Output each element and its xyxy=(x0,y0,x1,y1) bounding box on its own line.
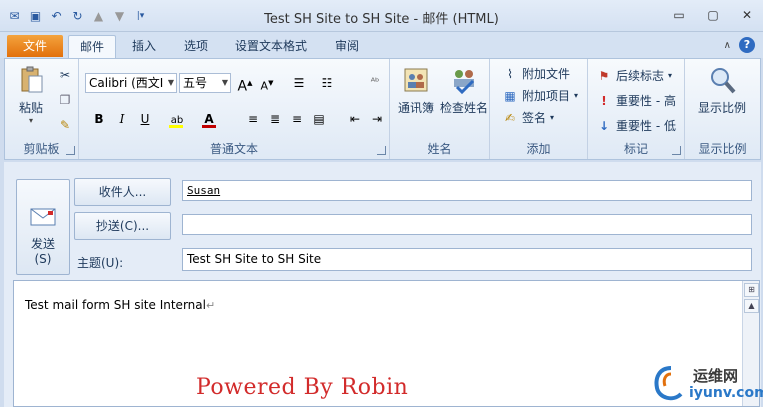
paste-label: 粘贴 xyxy=(18,101,43,115)
tab-message[interactable]: 邮件 xyxy=(68,35,116,58)
window-controls: ▭ ▢ ✕ xyxy=(671,8,755,22)
tags-group-label: 标记 xyxy=(623,142,648,156)
check-names-label: 检查姓名 xyxy=(439,101,488,115)
italic-icon[interactable]: I xyxy=(112,109,132,129)
low-importance-icon: ↓ xyxy=(598,118,610,133)
send-label: 发送 xyxy=(30,237,55,251)
group-basic-text: Calibri (西文I ▼ 五号 ▼ A▲ A▼ ☰ ☷ ᴬᵇ B I U ab … xyxy=(79,59,390,159)
group-clipboard: 粘贴 ▾ ✂ ❐ ✎ 剪贴板 xyxy=(5,59,79,159)
attach-item-button[interactable]: ▦ 附加项目 ▾ xyxy=(502,87,578,104)
send-button[interactable]: 发送 (S) xyxy=(16,179,70,275)
zoom-group-label: 显示比例 xyxy=(698,142,747,156)
tab-options[interactable]: 选项 xyxy=(174,35,218,58)
subject-label: 主题(U): xyxy=(77,256,124,270)
bold-icon[interactable]: B xyxy=(89,109,109,129)
paperclip-icon: ⌇ xyxy=(507,66,513,81)
dialog-launcher-icon[interactable] xyxy=(66,146,75,155)
title-bar: ✉ ▣ ↶ ↻ ▲ ▼ |▾ Test SH Site to SH Site -… xyxy=(0,0,763,32)
scroll-up-icon[interactable]: ▲ xyxy=(744,299,759,313)
paste-button[interactable]: 粘贴 ▾ xyxy=(13,65,49,125)
to-button[interactable]: 收件人... xyxy=(74,178,171,206)
zoom-label: 显示比例 xyxy=(697,101,746,115)
site-logo: 运维网 iyunv.com xyxy=(651,363,763,405)
close-icon[interactable]: ✕ xyxy=(739,8,755,22)
format-painter-icon[interactable]: ✎ xyxy=(57,117,73,133)
align-center-icon[interactable]: ≣ xyxy=(265,109,285,129)
justify-icon[interactable]: ▤ xyxy=(309,109,329,129)
group-tags: ⚑ 后续标志 ▾ ! 重要性 - 高 ↓ 重要性 - 低 标记 xyxy=(588,59,685,159)
font-name-select[interactable]: Calibri (西文I ▼ xyxy=(85,73,177,93)
signature-button[interactable]: ✍ 签名 ▾ xyxy=(502,109,554,126)
tab-format-text[interactable]: 设置文本格式 xyxy=(226,35,316,58)
maximize-icon[interactable]: ▢ xyxy=(705,8,721,22)
paste-icon xyxy=(21,66,43,93)
logo-swirl-icon xyxy=(654,366,683,401)
send-icon xyxy=(30,208,56,226)
group-names: 通讯簿 检查姓名 姓名 xyxy=(390,59,490,159)
tab-insert[interactable]: 插入 xyxy=(122,35,166,58)
send-shortcut: (S) xyxy=(34,252,52,266)
logo-text-url: iyunv.com xyxy=(689,385,763,401)
attach-item-icon: ▦ xyxy=(504,88,516,103)
flag-icon: ⚑ xyxy=(598,68,610,83)
follow-up-button[interactable]: ⚑ 后续标志 ▾ xyxy=(596,67,672,84)
highlight-icon[interactable]: ab xyxy=(167,109,187,129)
clear-format-icon[interactable]: ᴬᵇ xyxy=(365,73,385,93)
window-title: Test SH Site to SH Site - 邮件 (HTML) xyxy=(264,12,499,27)
align-left-icon[interactable]: ≡ xyxy=(243,109,263,129)
dialog-launcher-icon[interactable] xyxy=(377,146,386,155)
high-importance-button[interactable]: ! 重要性 - 高 xyxy=(596,92,676,109)
ribbon-tabs: 文件 邮件 插入 选项 设置文本格式 审阅 ∧ ? xyxy=(0,32,763,58)
address-book-button[interactable]: 通讯簿 xyxy=(394,65,438,116)
numbering-icon[interactable]: ☷ xyxy=(317,73,337,93)
check-names-icon xyxy=(454,70,475,95)
decrease-indent-icon[interactable]: ⇤ xyxy=(345,109,365,129)
include-group-label: 添加 xyxy=(526,142,551,156)
collapse-ribbon-icon[interactable]: ∧ xyxy=(724,40,731,51)
font-color-icon[interactable]: A xyxy=(199,109,219,129)
cc-button[interactable]: 抄送(C)... xyxy=(74,212,171,240)
ruler-toggle-icon[interactable]: ⊞ xyxy=(744,283,759,297)
tab-review[interactable]: 审阅 xyxy=(325,35,369,58)
increase-indent-icon[interactable]: ⇥ xyxy=(367,109,387,129)
subject-field[interactable]: Test SH Site to SH Site xyxy=(182,248,752,271)
to-recipient[interactable]: Susan xyxy=(187,184,220,197)
font-size-select[interactable]: 五号 ▼ xyxy=(179,73,231,93)
body-text: Test mail form SH site Internal↵ xyxy=(25,298,216,312)
names-group-label: 姓名 xyxy=(427,142,452,156)
help-icon[interactable]: ? xyxy=(739,37,755,53)
underline-icon[interactable]: U xyxy=(135,109,155,129)
dialog-launcher-icon[interactable] xyxy=(672,146,681,155)
cut-icon[interactable]: ✂ xyxy=(57,67,73,83)
shrink-font-icon[interactable]: A▼ xyxy=(257,73,277,93)
tab-file[interactable]: 文件 xyxy=(7,35,63,57)
align-right-icon[interactable]: ≡ xyxy=(287,109,307,129)
zoom-button[interactable]: 显示比例 xyxy=(689,65,755,116)
to-field[interactable]: Susan xyxy=(182,180,752,201)
logo-text-cn: 运维网 xyxy=(693,367,739,385)
minimize-icon[interactable]: ▭ xyxy=(671,8,687,22)
check-names-button[interactable]: 检查姓名 xyxy=(438,65,490,116)
compose-area: 发送 (S) 收件人... 抄送(C)... 主题(U): Susan Test… xyxy=(4,162,763,407)
grow-font-icon[interactable]: A▲ xyxy=(235,73,255,95)
high-importance-icon: ! xyxy=(601,93,607,108)
cc-field[interactable] xyxy=(182,214,752,235)
group-include: ⌇ 附加文件 ▦ 附加项目 ▾ ✍ 签名 ▾ 添加 xyxy=(490,59,588,159)
paragraph-mark-icon: ↵ xyxy=(205,299,216,312)
address-book-label: 通讯簿 xyxy=(397,101,434,115)
address-book-icon xyxy=(404,68,428,92)
low-importance-button[interactable]: ↓ 重要性 - 低 xyxy=(596,117,676,134)
ribbon: 粘贴 ▾ ✂ ❐ ✎ 剪贴板 Calibri (西文I ▼ 五号 ▼ A▲ A▼ ☰… xyxy=(4,58,761,160)
bullets-icon[interactable]: ☰ xyxy=(289,73,309,93)
basic-text-group-label: 普通文本 xyxy=(209,142,258,156)
magnifier-icon xyxy=(711,68,736,94)
signature-icon: ✍ xyxy=(504,110,516,125)
attach-file-button[interactable]: ⌇ 附加文件 xyxy=(502,65,570,82)
ribbon-controls: ∧ ? xyxy=(724,37,755,53)
watermark-text: Powered By Robin xyxy=(196,375,409,400)
group-zoom: 显示比例 显示比例 xyxy=(685,59,760,159)
copy-icon[interactable]: ❐ xyxy=(57,92,73,108)
